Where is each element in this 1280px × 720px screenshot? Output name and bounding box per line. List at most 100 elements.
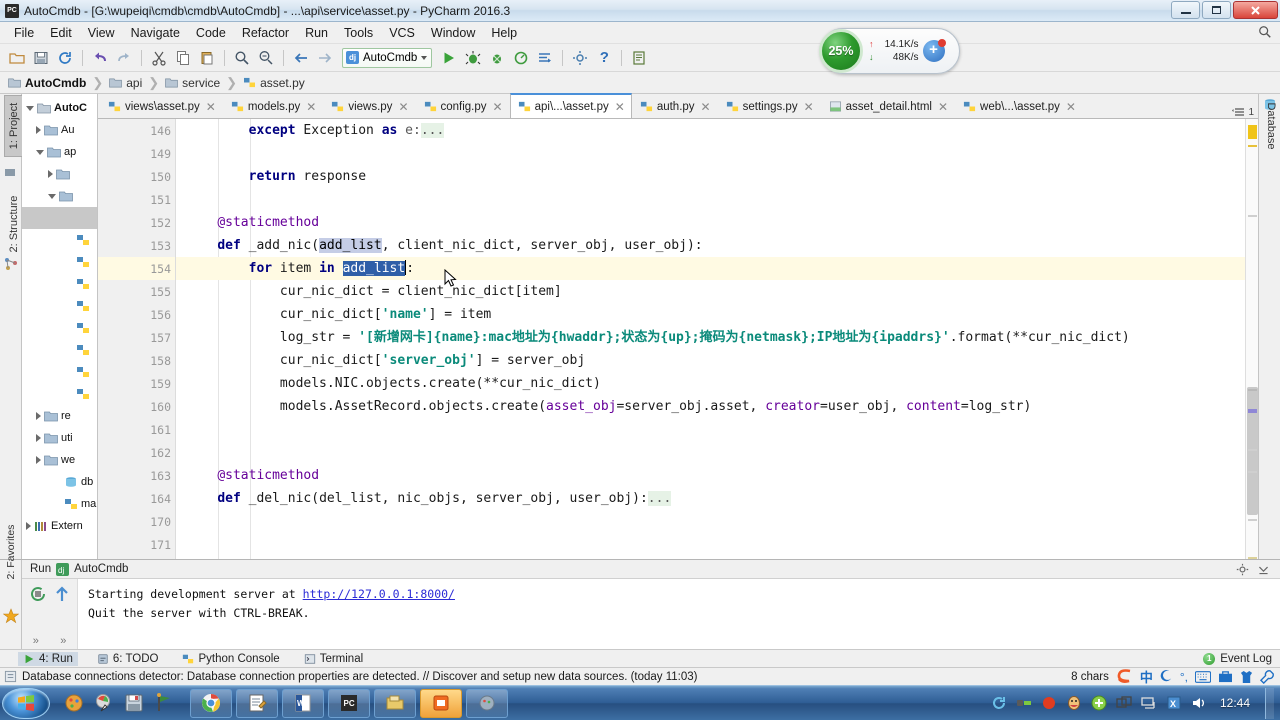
profile-button[interactable] <box>510 47 532 69</box>
tree-row-autocmdb[interactable]: AutoC <box>22 97 97 119</box>
keyboard-icon[interactable] <box>1195 670 1211 683</box>
shield-icon[interactable] <box>1091 695 1107 711</box>
tree-row-py5[interactable] <box>22 317 97 339</box>
marker-usage[interactable] <box>1248 409 1257 413</box>
breadcrumb-item-file[interactable]: asset.py <box>243 76 307 90</box>
expand-arrow-icon[interactable] <box>48 193 56 199</box>
bottom-tab-todo[interactable]: 6: TODO <box>92 652 164 666</box>
taskbar-item-chrome[interactable] <box>190 688 232 718</box>
menu-tools[interactable]: Tools <box>336 24 381 42</box>
expand-right-glyph[interactable]: » <box>60 635 66 647</box>
editor-tab-views[interactable]: views.py ✕ <box>323 94 415 118</box>
editor-tab-auth[interactable]: auth.py ✕ <box>632 94 718 118</box>
code-line-161[interactable] <box>176 418 1245 441</box>
network-add-button[interactable]: + <box>922 39 946 62</box>
menu-refactor[interactable]: Refactor <box>234 24 297 42</box>
tree-row-external-libs[interactable]: Extern <box>22 515 97 537</box>
tree-row-py8[interactable] <box>22 383 97 405</box>
code-line-153[interactable]: def _add_nic(add_list, client_nic_dict, … <box>176 234 1245 257</box>
red-circle-icon[interactable] <box>1041 695 1057 711</box>
expand-arrow-icon[interactable] <box>36 149 44 155</box>
rail-tab-structure[interactable]: 2: Structure <box>4 193 24 255</box>
network-speed-widget[interactable]: 25% ↑ 14.1K/s ↓ 48K/s + <box>819 28 960 74</box>
tree-row-web[interactable]: we <box>22 449 97 471</box>
sync-button[interactable] <box>54 47 76 69</box>
code-line-149[interactable] <box>176 142 1245 165</box>
vertical-scrollbar-thumb[interactable] <box>1247 387 1258 515</box>
close-icon[interactable]: ✕ <box>398 100 408 114</box>
debug-button[interactable] <box>462 47 484 69</box>
undo-button[interactable] <box>89 47 111 69</box>
code-line-164[interactable]: def _del_nic(del_list, nic_objs, server_… <box>176 487 1245 510</box>
network-icon[interactable] <box>1141 695 1157 711</box>
back-button[interactable] <box>290 47 312 69</box>
marker-warning[interactable] <box>1248 125 1257 139</box>
find-button[interactable] <box>231 47 253 69</box>
taskbar-item-notepad[interactable] <box>236 688 278 718</box>
close-icon[interactable]: ✕ <box>701 100 711 114</box>
save-all-button[interactable] <box>30 47 52 69</box>
tree-row-au[interactable]: Au <box>22 119 97 141</box>
menu-code[interactable]: Code <box>188 24 234 42</box>
taskbar-item-gray-app[interactable] <box>466 688 508 718</box>
tree-row-py3[interactable] <box>22 273 97 295</box>
code-line-163[interactable]: @staticmethod <box>176 464 1245 487</box>
close-icon[interactable]: ✕ <box>206 100 216 114</box>
collapse-arrow-icon[interactable] <box>36 412 41 420</box>
replace-button[interactable] <box>255 47 277 69</box>
rail-tab-database[interactable]: Database <box>1261 98 1280 154</box>
minimize-button[interactable] <box>1171 1 1200 19</box>
breadcrumb-item-project[interactable]: AutoCmdb <box>8 76 88 90</box>
wrench-icon[interactable] <box>1260 669 1274 684</box>
volume-icon[interactable] <box>1191 695 1207 711</box>
collapse-arrow-icon[interactable] <box>36 434 41 442</box>
collapse-arrow-icon[interactable] <box>36 126 41 134</box>
db-console-button[interactable] <box>628 47 650 69</box>
bottom-tab-python-console[interactable]: Python Console <box>177 652 284 666</box>
code-line-160[interactable]: models.AssetRecord.objects.create(asset_… <box>176 395 1245 418</box>
bottom-tab-run[interactable]: 4: Run <box>18 651 78 666</box>
tree-row-db[interactable]: db <box>22 471 97 493</box>
marker-warning[interactable] <box>1248 145 1257 147</box>
notification-icon[interactable] <box>4 670 17 683</box>
editor-tab-views-asset[interactable]: views\asset.py ✕ <box>100 94 223 118</box>
flag-icon[interactable] <box>154 693 174 713</box>
code-line-154[interactable]: for item in add_list: <box>176 257 1245 280</box>
code-line-150[interactable]: return response <box>176 165 1245 188</box>
attach-button[interactable] <box>534 47 556 69</box>
event-log-area[interactable]: 1 Event Log <box>1203 652 1280 665</box>
cut-button[interactable] <box>148 47 170 69</box>
breadcrumb-item-service[interactable]: service <box>165 76 222 90</box>
tree-row-api[interactable]: ap <box>22 141 97 163</box>
shirt-icon[interactable] <box>1240 670 1253 684</box>
bottom-tab-terminal[interactable]: Terminal <box>299 652 368 666</box>
marker-change[interactable] <box>1248 519 1257 521</box>
settings-gear-icon[interactable] <box>1236 563 1249 576</box>
taskbar-item-word[interactable]: W <box>282 688 324 718</box>
code-line-156[interactable]: cur_nic_dict['name'] = item <box>176 303 1245 326</box>
editor-tab-web-asset[interactable]: web\...\asset.py ✕ <box>955 94 1083 118</box>
redo-button[interactable] <box>113 47 135 69</box>
editor-tab-api-asset[interactable]: api\...\asset.py ✕ <box>509 93 632 118</box>
collapse-arrow-icon[interactable] <box>48 170 53 178</box>
paint-icon[interactable] <box>64 693 84 713</box>
expand-left-glyph[interactable]: » <box>33 635 39 647</box>
scroll-up-icon[interactable] <box>53 585 71 603</box>
event-log-label[interactable]: Event Log <box>1220 653 1272 665</box>
close-icon[interactable]: ✕ <box>938 100 948 114</box>
rail-tab-project[interactable]: 1: Project <box>4 95 24 157</box>
tree-row-py6[interactable] <box>22 339 97 361</box>
color-picker-icon[interactable] <box>94 693 114 713</box>
menu-edit[interactable]: Edit <box>42 24 80 42</box>
code-line-158[interactable]: cur_nic_dict['server_obj'] = server_obj <box>176 349 1245 372</box>
sync-icon[interactable] <box>991 695 1007 711</box>
menu-window[interactable]: Window <box>423 24 483 42</box>
run-configuration-selector[interactable]: dj AutoCmdb <box>342 47 433 68</box>
toolbox-icon[interactable] <box>1218 670 1233 683</box>
code-line-171[interactable] <box>176 533 1245 556</box>
qq-icon[interactable] <box>1066 695 1082 711</box>
tree-row-py2[interactable] <box>22 251 97 273</box>
close-icon[interactable]: ✕ <box>493 100 503 114</box>
chinese-mode-icon[interactable]: 中 <box>1140 667 1153 686</box>
maximize-button[interactable] <box>1202 1 1231 19</box>
